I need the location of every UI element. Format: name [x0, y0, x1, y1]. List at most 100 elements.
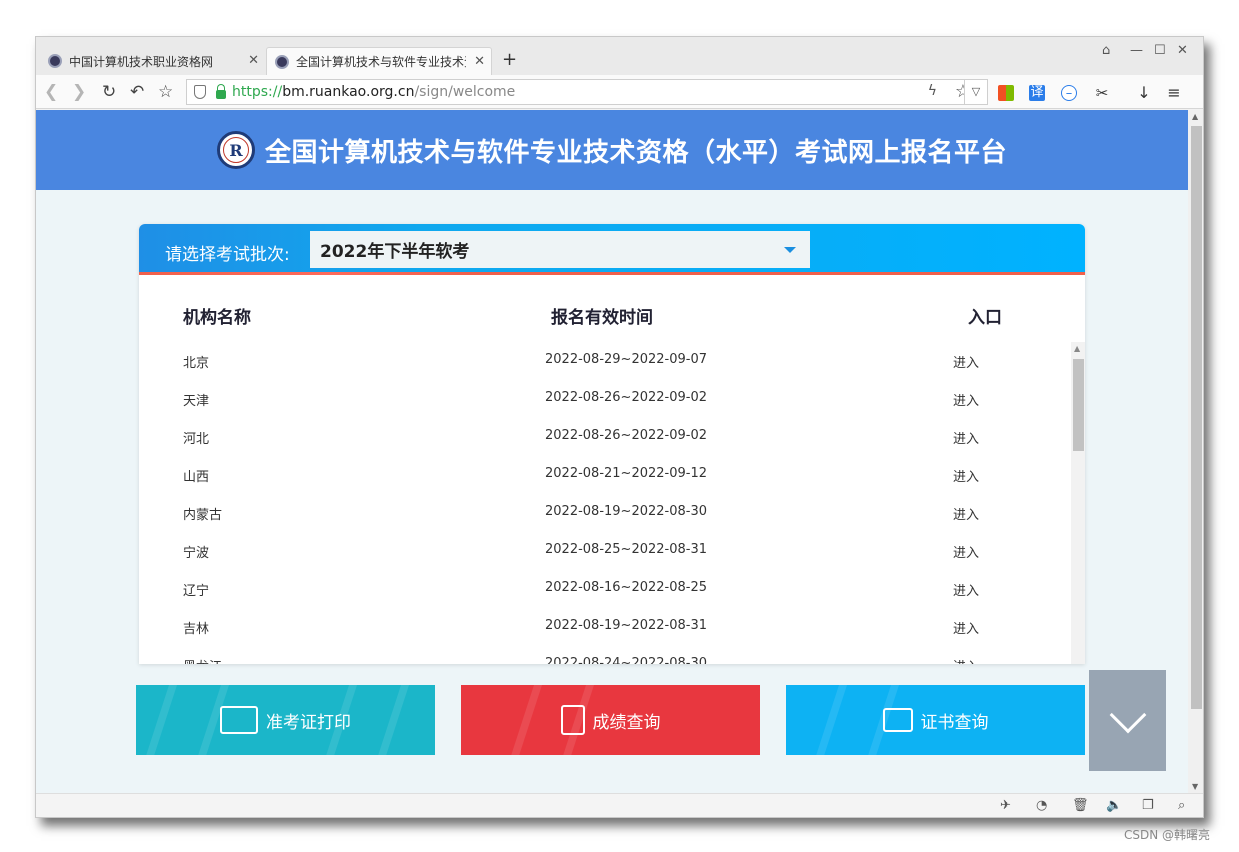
collapse-button[interactable]: [1089, 670, 1166, 771]
back-icon[interactable]: ❮: [44, 82, 58, 102]
enter-link[interactable]: 进入: [953, 352, 979, 371]
enter-link[interactable]: 进入: [953, 618, 979, 637]
status-bar: ✈ ◔ 🗑 🔈 ❐ ⌕: [36, 793, 1203, 817]
org-list[interactable]: 北京 2022-08-29~2022-09-07 进入 天津 2022-08-2…: [139, 342, 1071, 664]
table-row: 吉林 2022-08-19~2022-08-31 进入: [139, 608, 1071, 646]
volume-icon[interactable]: 🔈: [1106, 798, 1122, 813]
lock-icon[interactable]: [216, 83, 226, 99]
forward-icon[interactable]: ❯: [72, 82, 86, 102]
org-name: 河北: [183, 432, 210, 447]
zoom-icon[interactable]: ⌕: [1178, 798, 1185, 813]
table-row: 黑龙江 2022-08-24~2022-08-30 进入: [139, 646, 1071, 664]
button-label: 证书查询: [920, 712, 989, 733]
batch-selected-value: 2022年下半年软考: [320, 242, 470, 262]
enter-link[interactable]: 进入: [953, 656, 979, 664]
menu-icon[interactable]: ≡: [1166, 85, 1182, 101]
site-favicon-icon: [48, 54, 62, 68]
minimize-icon[interactable]: —: [1130, 43, 1143, 58]
column-header-entry: 入口: [968, 308, 1002, 328]
scroll-down-icon[interactable]: ▼: [1192, 782, 1198, 791]
enter-link[interactable]: 进入: [953, 466, 979, 485]
favorite-icon[interactable]: ☆: [158, 82, 173, 102]
close-window-icon[interactable]: ✕: [1177, 43, 1188, 58]
registration-period: 2022-08-19~2022-08-31: [545, 618, 707, 633]
translate-icon[interactable]: 译: [1029, 85, 1045, 101]
table-row: 辽宁 2022-08-16~2022-08-25 进入: [139, 570, 1071, 608]
page-viewport: R 全国计算机技术与软件专业技术资格（水平）考试网上报名平台 请选择考试批次: …: [36, 110, 1188, 793]
registration-period: 2022-08-24~2022-08-30: [545, 656, 707, 664]
table-row: 天津 2022-08-26~2022-09-02 进入: [139, 380, 1071, 418]
url-dropdown-icon[interactable]: ▽: [964, 79, 988, 105]
close-tab-icon[interactable]: ✕: [248, 53, 259, 68]
trash-icon[interactable]: 🗑: [1072, 798, 1089, 813]
address-bar[interactable]: https:// bm.ruankao.org.cn /sign/welcome…: [186, 79, 986, 105]
org-name: 北京: [183, 356, 210, 371]
table-row: 内蒙古 2022-08-19~2022-08-30 进入: [139, 494, 1071, 532]
batch-selector-bar: 请选择考试批次: 2022年下半年软考: [139, 224, 1085, 275]
registration-period: 2022-08-25~2022-08-31: [545, 542, 707, 557]
reload-icon[interactable]: ↻: [102, 82, 116, 102]
score-query-button[interactable]: 成绩查询: [461, 685, 760, 755]
tab-ruankao-home[interactable]: 中国计算机技术职业资格网 ✕: [40, 47, 265, 75]
org-name: 辽宁: [183, 584, 210, 599]
list-scrollbar[interactable]: ▲: [1071, 342, 1085, 664]
registration-panel: 请选择考试批次: 2022年下半年软考 机构名称 报名有效时间 入口 北京 20…: [139, 224, 1085, 664]
admission-ticket-print-button[interactable]: 准考证打印: [136, 685, 435, 755]
download-icon[interactable]: ↓: [1136, 85, 1152, 101]
org-name: 内蒙古: [183, 508, 223, 523]
registration-period: 2022-08-16~2022-08-25: [545, 580, 707, 595]
registration-period: 2022-08-21~2022-09-12: [545, 466, 707, 481]
table-row: 河北 2022-08-26~2022-09-02 进入: [139, 418, 1071, 456]
new-tab-button[interactable]: +: [502, 49, 517, 70]
registration-period: 2022-08-26~2022-09-02: [545, 428, 707, 443]
site-favicon-icon: [275, 54, 289, 69]
enter-link[interactable]: 进入: [953, 542, 979, 561]
color-grid-icon[interactable]: [998, 85, 1014, 101]
enter-link[interactable]: 进入: [953, 504, 979, 523]
button-label: 成绩查询: [592, 712, 661, 733]
batch-select[interactable]: 2022年下半年软考: [310, 231, 810, 268]
page-scrollbar[interactable]: ▲ ▼: [1188, 110, 1203, 793]
browser-toolbar: ❮ ❯ ↻ ↶ ☆ https:// bm.ruankao.org.cn /si…: [36, 75, 1203, 109]
scroll-up-icon[interactable]: ▲: [1074, 344, 1080, 353]
table-row: 山西 2022-08-21~2022-09-12 进入: [139, 456, 1071, 494]
caret-down-icon: [784, 247, 796, 253]
table-row: 北京 2022-08-29~2022-09-07 进入: [139, 342, 1071, 380]
browser-window: 中国计算机技术职业资格网 ✕ 全国计算机技术与软件专业技术资 ✕ + ⌂ — ☐…: [35, 36, 1204, 818]
logo-letter: R: [229, 140, 243, 160]
enter-link[interactable]: 进入: [953, 428, 979, 447]
minus-circle-icon[interactable]: –: [1061, 85, 1077, 101]
chevron-down-icon: [1109, 696, 1146, 733]
column-header-org: 机构名称: [183, 308, 251, 328]
registration-period: 2022-08-29~2022-09-07: [545, 352, 707, 367]
window-icon[interactable]: ❐: [1142, 798, 1154, 813]
enter-link[interactable]: 进入: [953, 390, 979, 409]
column-header-date: 报名有效时间: [551, 308, 653, 328]
registration-period: 2022-08-26~2022-09-02: [545, 390, 707, 405]
page-scroll-thumb[interactable]: [1191, 126, 1202, 709]
org-name: 天津: [183, 394, 210, 409]
pin-icon[interactable]: ✈: [1000, 798, 1011, 813]
shield-icon[interactable]: [194, 85, 206, 99]
certificate-query-button[interactable]: 证书查询: [786, 685, 1085, 755]
org-name: 黑龙江: [183, 656, 222, 664]
scissors-icon[interactable]: ✂: [1094, 85, 1110, 101]
scroll-up-icon[interactable]: ▲: [1192, 112, 1198, 121]
undo-close-icon[interactable]: ↶: [130, 82, 144, 102]
speed-icon[interactable]: ◔: [1036, 798, 1047, 813]
skin-icon[interactable]: ⌂: [1102, 43, 1110, 58]
site-header: R 全国计算机技术与软件专业技术资格（水平）考试网上报名平台: [36, 110, 1188, 190]
org-name: 山西: [183, 470, 210, 485]
document-search-icon: [560, 705, 585, 735]
enter-link[interactable]: 进入: [953, 580, 979, 599]
speed-mode-icon[interactable]: ϟ: [928, 83, 937, 99]
table-row: 宁波 2022-08-25~2022-08-31 进入: [139, 532, 1071, 570]
close-tab-icon[interactable]: ✕: [474, 54, 485, 69]
decoration: [501, 685, 601, 755]
registration-period: 2022-08-19~2022-08-30: [545, 504, 707, 519]
list-scroll-thumb[interactable]: [1073, 359, 1084, 451]
id-card-icon: [220, 706, 258, 734]
tab-registration[interactable]: 全国计算机技术与软件专业技术资 ✕: [266, 47, 492, 75]
batch-label: 请选择考试批次:: [165, 245, 290, 265]
maximize-icon[interactable]: ☐: [1154, 43, 1166, 58]
